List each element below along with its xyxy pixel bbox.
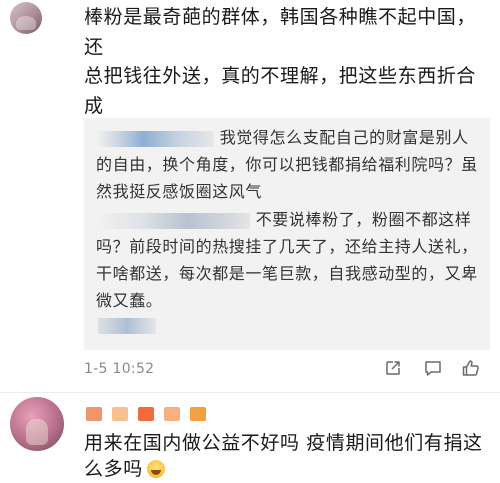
comment-thread: 棒粉是最奇葩的群体，韩国各种瞧不起中国，还 总把钱往外送，真的不理解，把这些东西… bbox=[0, 0, 500, 483]
share-icon[interactable] bbox=[382, 357, 404, 379]
comment-icon[interactable] bbox=[422, 357, 444, 379]
avatar[interactable] bbox=[10, 397, 64, 451]
blurred-username bbox=[96, 212, 250, 229]
laughing-emoji-icon bbox=[146, 460, 165, 478]
blurred-username[interactable] bbox=[86, 406, 206, 422]
reply-box[interactable]: 我觉得怎么支配自己的财富是别人的自由，换个角度，你可以把钱都捐给福利院吗？虽然我… bbox=[84, 118, 490, 350]
comment-text: 用来在国内做公益不好吗 疫情期间他们有捐这么多吗 bbox=[84, 430, 494, 482]
timestamp: 1-5 10:52 bbox=[84, 361, 155, 377]
like-icon[interactable] bbox=[460, 357, 482, 379]
divider bbox=[0, 392, 500, 393]
comment-body: 用来在国内做公益不好吗 疫情期间他们有捐这么多吗 bbox=[84, 432, 483, 480]
reply-item: 我觉得怎么支配自己的财富是别人的自由，换个角度，你可以把钱都捐给福利院吗？虽然我… bbox=[96, 124, 480, 205]
reply-item: 不要说棒粉了，粉圈不都这样吗？前段时间的热搜挂了几天了，还给主持人送礼，干啥都送… bbox=[96, 206, 480, 314]
blurred-more-replies-link[interactable] bbox=[98, 318, 156, 334]
blurred-username bbox=[96, 130, 214, 147]
avatar[interactable] bbox=[10, 2, 42, 34]
